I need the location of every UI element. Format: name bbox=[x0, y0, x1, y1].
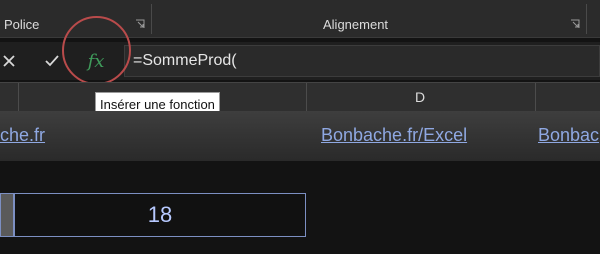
group-label-police: Police bbox=[4, 17, 40, 32]
column-header-row: C D bbox=[0, 82, 600, 112]
dialog-launcher-icon[interactable] bbox=[135, 19, 145, 29]
group-separator bbox=[151, 4, 152, 34]
cancel-button[interactable] bbox=[0, 45, 18, 77]
check-icon bbox=[45, 55, 59, 67]
dialog-launcher-icon[interactable] bbox=[570, 19, 580, 29]
column-separator bbox=[18, 83, 19, 111]
column-separator bbox=[535, 83, 536, 111]
link-bonbache[interactable]: che.fr bbox=[0, 125, 45, 146]
enter-button[interactable] bbox=[40, 45, 64, 77]
value-cell[interactable]: 18 bbox=[14, 193, 306, 237]
group-label-alignement: Alignement bbox=[323, 17, 389, 32]
close-icon bbox=[3, 55, 15, 67]
formula-input[interactable]: =SommeProd( bbox=[124, 45, 600, 77]
link-bonbache-partial[interactable]: Bonbac bbox=[538, 125, 599, 146]
highlight-circle bbox=[62, 16, 131, 85]
link-row: che.fr Bonbache.fr/Excel Bonbac bbox=[0, 111, 600, 161]
column-separator bbox=[306, 83, 307, 111]
column-header-d[interactable]: D bbox=[415, 89, 425, 105]
link-bonbache-excel[interactable]: Bonbache.fr/Excel bbox=[321, 125, 467, 146]
table-cell-left[interactable] bbox=[0, 193, 14, 237]
group-separator bbox=[586, 4, 587, 34]
